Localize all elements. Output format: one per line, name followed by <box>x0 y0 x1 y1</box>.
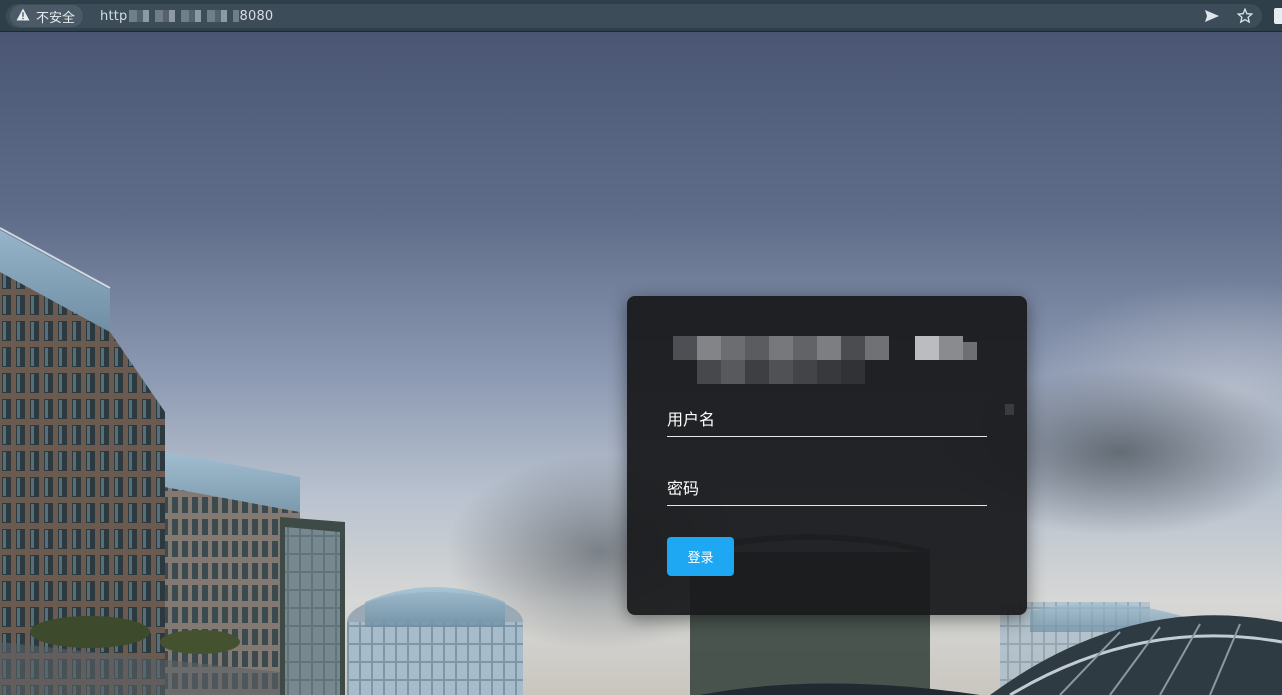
url-suffix: 8080 <box>239 8 274 24</box>
username-input[interactable] <box>667 403 987 437</box>
send-icon[interactable] <box>1202 6 1222 26</box>
password-input[interactable] <box>667 472 987 506</box>
star-icon[interactable] <box>1235 6 1255 26</box>
browser-toolbar: 不安全 http 8080 <box>0 0 1282 32</box>
url-prefix: http <box>100 8 128 24</box>
login-button[interactable]: 登录 <box>667 537 734 576</box>
url-text[interactable]: http 8080 <box>100 6 273 26</box>
security-label: 不安全 <box>36 10 76 26</box>
login-card: 登录 <box>627 296 1027 615</box>
url-redacted <box>128 10 239 22</box>
decorative-mark <box>1005 404 1014 415</box>
security-indicator[interactable]: 不安全 <box>10 5 84 27</box>
logo <box>673 332 983 384</box>
warning-icon <box>16 8 30 25</box>
extension-icon[interactable] <box>1274 8 1282 24</box>
